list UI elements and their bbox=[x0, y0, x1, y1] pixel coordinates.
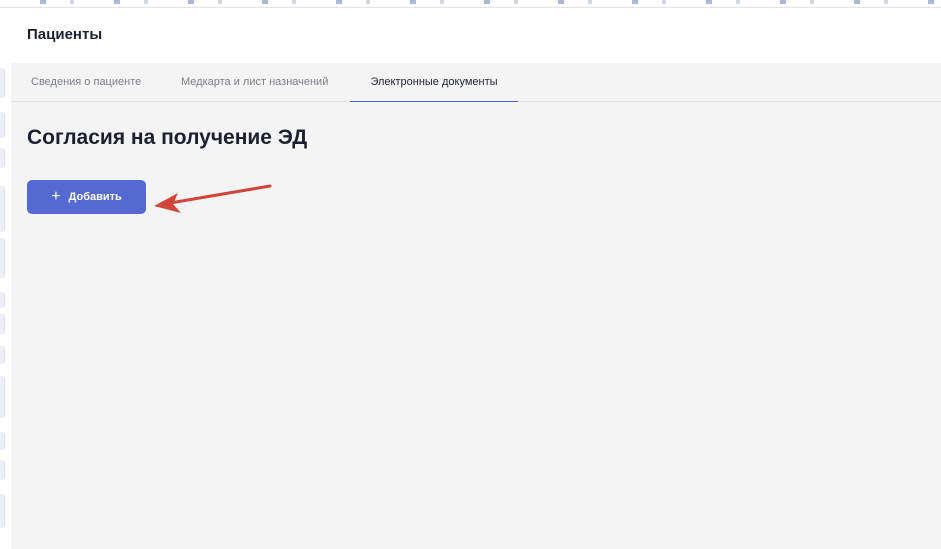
sidebar-edge-item[interactable] bbox=[0, 186, 5, 232]
sidebar-edge-item[interactable] bbox=[0, 346, 5, 364]
left-sidebar-edge bbox=[0, 8, 8, 549]
sidebar-edge-item[interactable] bbox=[0, 494, 5, 528]
top-clipped-strip bbox=[0, 0, 941, 8]
sidebar-edge-item[interactable] bbox=[0, 314, 5, 334]
tab-bar: Сведения о пациенте Медкарта и лист назн… bbox=[11, 63, 941, 102]
tab-electronic-documents[interactable]: Электронные документы bbox=[350, 63, 518, 102]
page-title: Пациенты bbox=[27, 26, 103, 43]
tab-medical-record[interactable]: Медкарта и лист назначений bbox=[181, 63, 328, 101]
sidebar-edge-item[interactable] bbox=[0, 432, 5, 450]
clipped-content-strip bbox=[0, 0, 941, 4]
sidebar-edge-item[interactable] bbox=[0, 376, 5, 418]
tab-patient-info[interactable]: Сведения о пациенте bbox=[31, 63, 141, 101]
sidebar-edge-item[interactable] bbox=[0, 238, 5, 278]
add-button-label: Добавить bbox=[68, 191, 122, 203]
sidebar-edge-item[interactable] bbox=[0, 292, 5, 308]
sidebar-edge-item[interactable] bbox=[0, 148, 5, 168]
sidebar-edge-item[interactable] bbox=[0, 112, 5, 138]
main-content: Сведения о пациенте Медкарта и лист назн… bbox=[11, 63, 941, 549]
section-title: Согласия на получение ЭД bbox=[27, 126, 308, 149]
plus-icon: + bbox=[51, 188, 61, 205]
sidebar-edge-item[interactable] bbox=[0, 68, 5, 98]
sidebar-edge-item[interactable] bbox=[0, 460, 5, 480]
add-button[interactable]: + Добавить bbox=[27, 180, 146, 214]
